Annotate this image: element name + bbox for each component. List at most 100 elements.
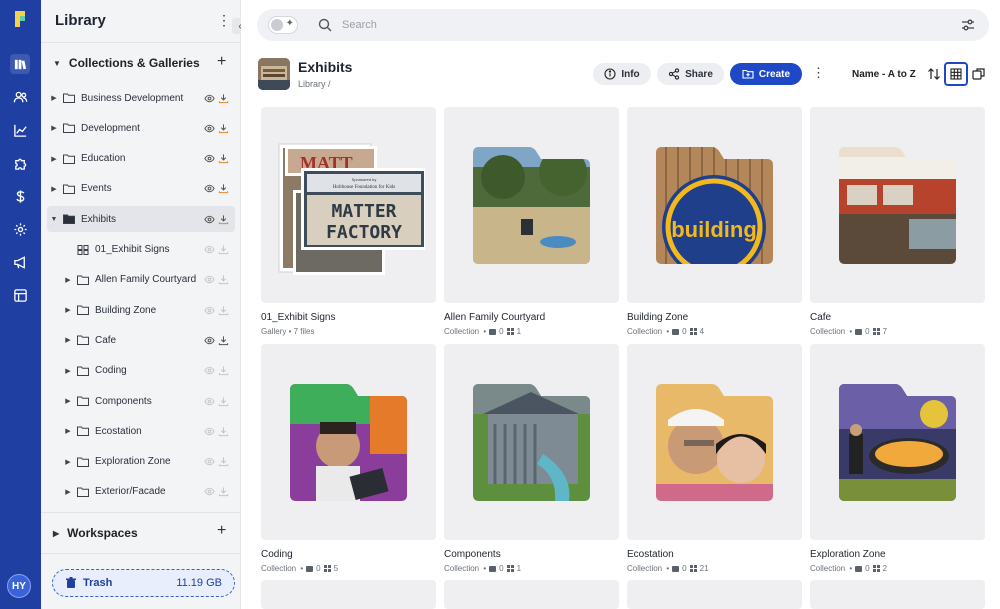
card-thumbnail[interactable]: building [627, 107, 802, 303]
download-icon[interactable] [218, 274, 229, 285]
caret-down-icon[interactable]: ▼ [47, 216, 61, 223]
card-thumbnail[interactable] [444, 107, 619, 303]
sidebar-child-item[interactable]: ▶ Exterior/Facade [61, 479, 235, 505]
dollar-icon[interactable] [10, 186, 30, 206]
caret-right-icon[interactable]: ▶ [47, 124, 61, 132]
caret-right-icon[interactable]: ▶ [47, 155, 61, 163]
library-icon[interactable] [10, 54, 30, 74]
sidebar-child-item[interactable]: ▶ Exploration Zone [61, 449, 235, 475]
download-icon[interactable] [218, 93, 229, 104]
filter-settings-icon[interactable] [961, 18, 975, 32]
visibility-icon[interactable] [204, 93, 215, 104]
collection-card[interactable]: Coding Collection • 0 5 [261, 344, 436, 573]
sort-dropdown[interactable]: Name - A to Z [852, 69, 916, 80]
caret-right-icon[interactable]: ▶ [61, 427, 75, 435]
visibility-icon[interactable] [204, 456, 215, 467]
sidebar-child-item[interactable]: ▶ Building Zone [61, 297, 235, 323]
chart-icon[interactable] [10, 120, 30, 140]
download-icon[interactable] [218, 183, 229, 194]
collection-card[interactable]: Cafe Collection • 0 7 [810, 107, 985, 336]
download-icon[interactable] [218, 335, 229, 346]
sidebar-menu-icon[interactable]: ⋮ [217, 12, 231, 29]
users-icon[interactable] [10, 87, 30, 107]
collections-section-header[interactable]: ▼ Collections & Galleries [53, 56, 200, 70]
visibility-icon[interactable] [204, 486, 215, 497]
sidebar-collection-item[interactable]: ▶ Education [47, 146, 235, 172]
download-icon[interactable] [218, 456, 229, 467]
sidebar-collection-item[interactable]: ▶ Business Development [47, 85, 235, 111]
sidebar-collection-item[interactable]: ▼ Exhibits [47, 206, 235, 233]
card-thumbnail[interactable] [627, 344, 802, 540]
visibility-icon[interactable] [204, 426, 215, 437]
add-workspace-button[interactable]: + [217, 522, 226, 540]
collection-thumbnail [258, 58, 290, 90]
avatar[interactable]: HY [7, 574, 31, 598]
share-button[interactable]: Share [657, 63, 724, 85]
caret-right-icon[interactable]: ▶ [61, 336, 75, 344]
visibility-icon[interactable] [204, 123, 215, 134]
workspaces-section-header[interactable]: ▶ Workspaces [53, 526, 138, 540]
caret-right-icon[interactable]: ▶ [61, 306, 75, 314]
visibility-icon[interactable] [204, 274, 215, 285]
trash-button[interactable]: Trash 11.19 GB [52, 569, 235, 597]
sidebar-child-item[interactable]: ▶ Cafe [61, 327, 235, 353]
download-icon[interactable] [218, 426, 229, 437]
collection-card[interactable]: Exploration Zone Collection • 0 2 [810, 344, 985, 573]
sidebar-collection-item[interactable]: ▶ Development [47, 115, 235, 141]
card-thumbnail[interactable] [810, 107, 985, 303]
card-thumbnail[interactable] [261, 344, 436, 540]
sidebar-child-item[interactable]: ▶ Coding [61, 358, 235, 384]
sidebar-child-item[interactable]: ▶ Allen Family Courtyard [61, 267, 235, 293]
create-button[interactable]: Create [730, 63, 802, 85]
collection-card[interactable]: building Building Zone Collection • 0 4 [627, 107, 802, 336]
download-icon[interactable] [218, 244, 229, 255]
layout-icon[interactable] [10, 285, 30, 305]
collection-card[interactable]: Ecostation Collection • 0 21 [627, 344, 802, 573]
caret-right-icon[interactable]: ▶ [47, 185, 61, 193]
grid-view-button[interactable] [944, 62, 968, 86]
download-icon[interactable] [218, 123, 229, 134]
download-icon[interactable] [218, 153, 229, 164]
card-thumbnail[interactable] [810, 344, 985, 540]
caret-right-icon[interactable]: ▶ [47, 94, 61, 102]
gear-icon[interactable] [10, 219, 30, 239]
card-thumbnail[interactable]: MATT Sponsored by Holthouse Foundation f… [261, 107, 436, 303]
collection-card[interactable]: Components Collection • 0 1 [444, 344, 619, 573]
visibility-icon[interactable] [204, 214, 215, 225]
caret-right-icon[interactable]: ▶ [61, 397, 75, 405]
add-collection-button[interactable]: + [217, 53, 226, 71]
app-logo-icon[interactable] [9, 8, 31, 30]
download-icon[interactable] [218, 305, 229, 316]
puzzle-icon[interactable] [10, 153, 30, 173]
visibility-icon[interactable] [204, 365, 215, 376]
sidebar-collection-item[interactable]: ▶ Events [47, 176, 235, 202]
caret-right-icon[interactable]: ▶ [61, 488, 75, 496]
caret-right-icon[interactable]: ▶ [61, 367, 75, 375]
sidebar-child-item[interactable]: ▶ Components [61, 388, 235, 414]
download-icon[interactable] [218, 486, 229, 497]
multi-select-icon[interactable] [972, 67, 986, 81]
caret-right-icon[interactable]: ▶ [61, 276, 75, 284]
sort-direction-icon[interactable] [927, 67, 941, 81]
visibility-icon[interactable] [204, 153, 215, 164]
caret-right-icon[interactable]: ▶ [61, 458, 75, 466]
visibility-icon[interactable] [204, 305, 215, 316]
collection-card[interactable]: Allen Family Courtyard Collection • 0 1 [444, 107, 619, 336]
breadcrumb[interactable]: Library / [298, 79, 331, 89]
megaphone-icon[interactable] [10, 252, 30, 272]
collection-card[interactable]: MATT Sponsored by Holthouse Foundation f… [261, 107, 436, 336]
download-icon[interactable] [218, 214, 229, 225]
download-icon[interactable] [218, 365, 229, 376]
sidebar-child-item[interactable]: ▶ Ecostation [61, 418, 235, 444]
download-icon[interactable] [218, 396, 229, 407]
sidebar-child-item[interactable]: 01_Exhibit Signs [61, 237, 235, 263]
info-button[interactable]: Info [593, 63, 651, 85]
card-thumbnail[interactable] [444, 344, 619, 540]
more-options-icon[interactable]: ⋮ [812, 65, 825, 81]
visibility-icon[interactable] [204, 396, 215, 407]
search-input[interactable] [342, 16, 902, 34]
visibility-icon[interactable] [204, 183, 215, 194]
ai-search-toggle[interactable]: ✦ [268, 16, 298, 34]
visibility-icon[interactable] [204, 335, 215, 346]
visibility-icon[interactable] [204, 244, 215, 255]
